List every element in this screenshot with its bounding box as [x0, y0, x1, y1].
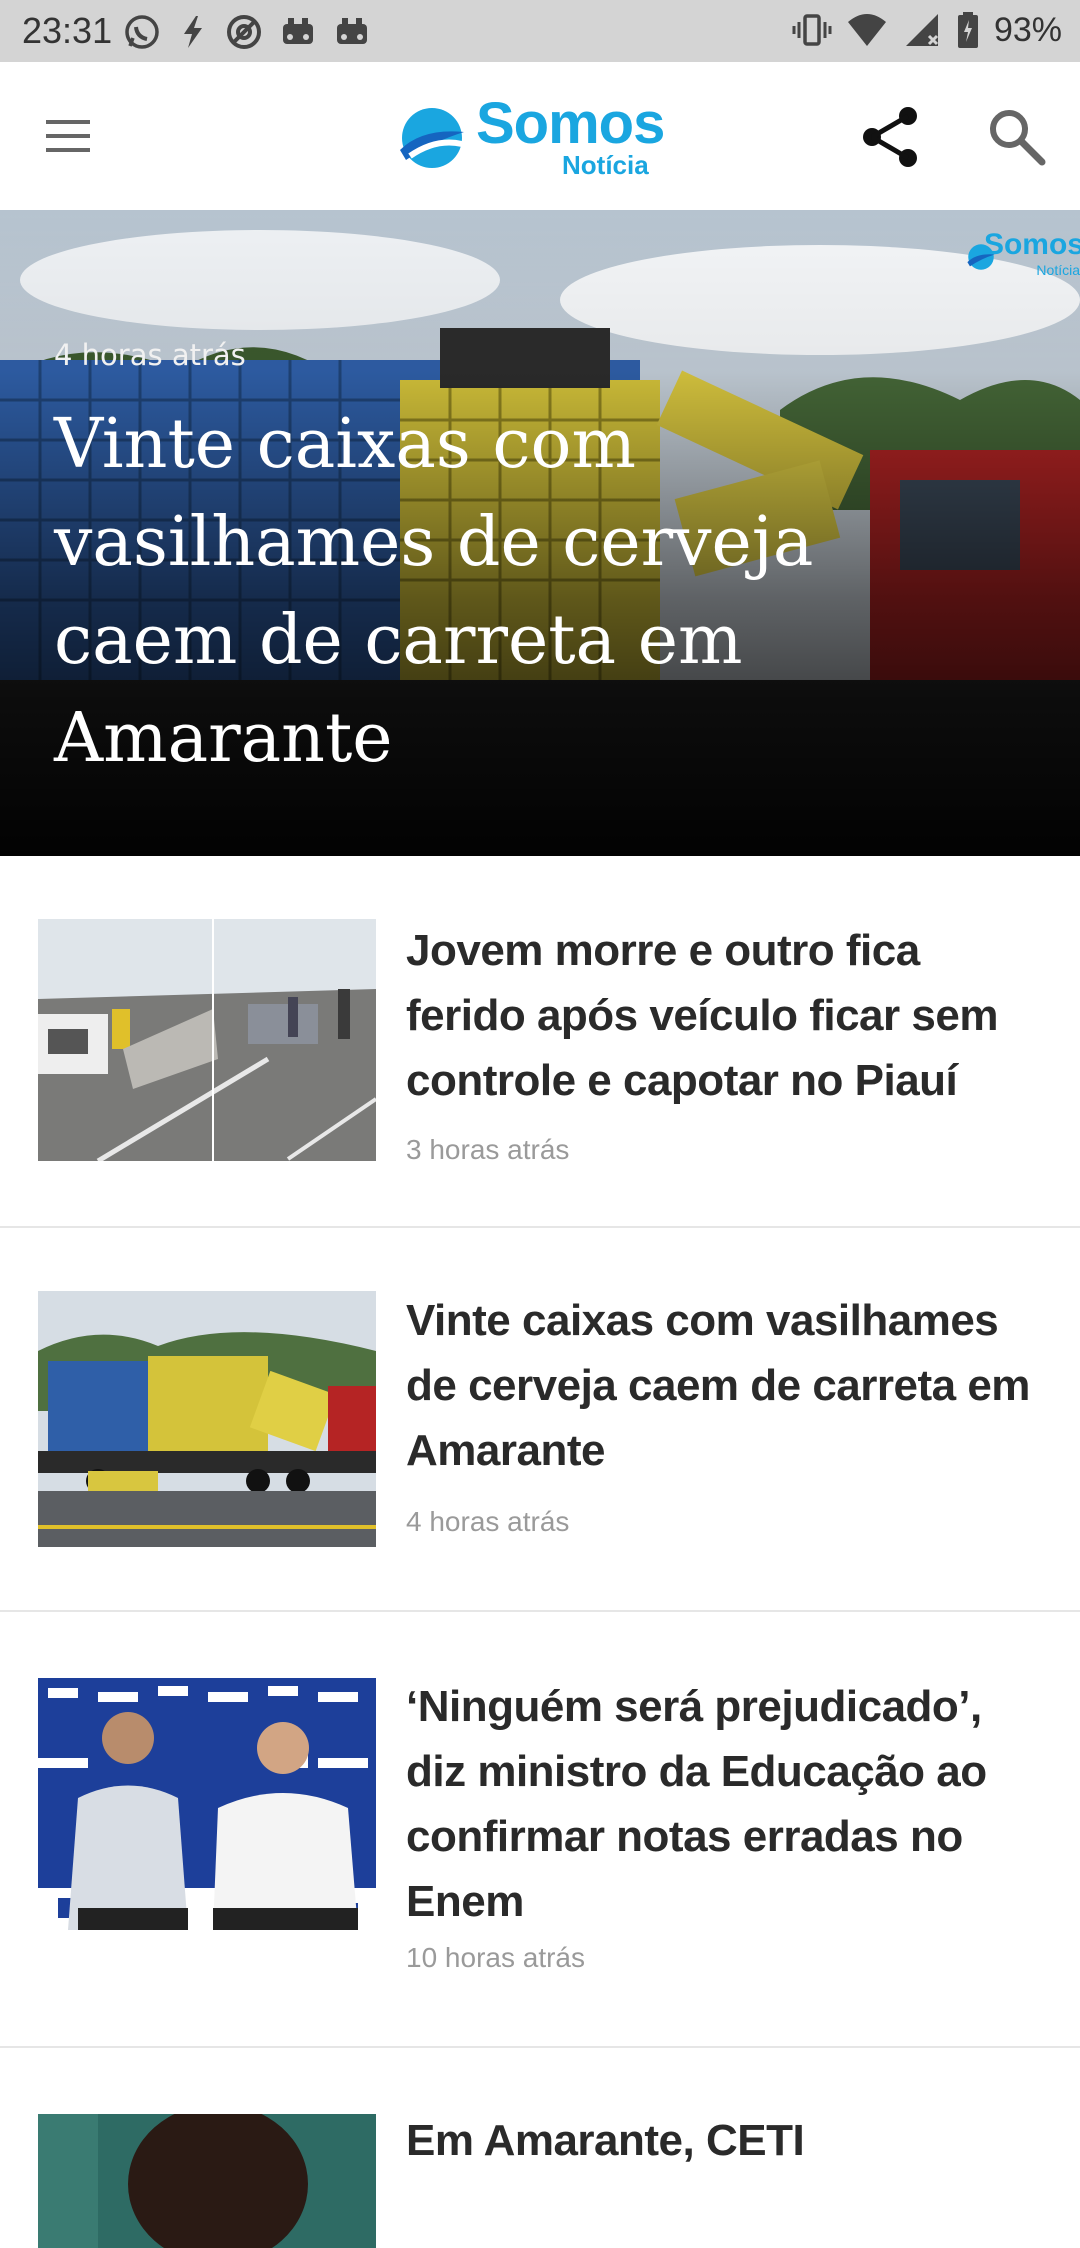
app-logo: Somos Notícia — [392, 90, 702, 186]
battery-percent: 93% — [993, 10, 1062, 49]
article-thumbnail — [38, 1291, 376, 1547]
list-item[interactable]: Em Amarante, CETI — [0, 2048, 1080, 2248]
vibrate-icon — [792, 14, 832, 46]
status-bar: 23:31 93% — [0, 0, 1080, 62]
article-thumbnail — [38, 1678, 376, 1930]
wifi-icon — [847, 14, 886, 46]
article-thumbnail — [38, 919, 376, 1161]
menu-icon[interactable] — [40, 114, 96, 158]
image-watermark: Somos Notícia — [864, 228, 1080, 278]
list-item[interactable]: Jovem morre e outro fica ferido após veí… — [0, 856, 1080, 1228]
share-icon[interactable] — [858, 104, 924, 170]
logo-swirl-icon — [400, 108, 464, 168]
list-item[interactable]: Vinte caixas com vasilhames de cerveja c… — [0, 1228, 1080, 1612]
article-title[interactable]: Em Amarante, CETI — [406, 2108, 1046, 2173]
list-item[interactable]: ‘Ninguém será prejudicado’, diz ministro… — [0, 1612, 1080, 2048]
logo-brand: Somos — [476, 91, 665, 156]
flash-icon — [184, 16, 202, 48]
logo-sub: Notícia — [562, 150, 649, 180]
car-icon — [283, 18, 313, 44]
article-title[interactable]: Jovem morre e outro fica ferido após veí… — [406, 918, 1046, 1113]
featured-article[interactable]: Somos Notícia 4 horas atrás Vinte caixas… — [0, 210, 1080, 856]
whatsapp-icon — [125, 15, 159, 49]
article-title[interactable]: Vinte caixas com vasilhames de cerveja c… — [406, 1288, 1046, 1483]
at-icon — [227, 15, 261, 49]
article-title[interactable]: ‘Ninguém será prejudicado’, diz ministro… — [406, 1674, 1046, 1934]
search-icon[interactable] — [984, 104, 1048, 168]
featured-title[interactable]: Vinte caixas com vasilhames de cerveja c… — [54, 396, 1014, 788]
article-time: 3 horas atrás — [406, 1134, 570, 1165]
signal-icon — [905, 14, 938, 46]
battery-icon — [957, 12, 978, 48]
logo-swirl-icon — [967, 244, 995, 270]
app-bar: Somos Notícia — [0, 62, 1080, 211]
notification-icons — [122, 12, 372, 52]
article-thumbnail — [38, 2114, 376, 2248]
status-time: 23:31 — [22, 10, 113, 51]
article-time: 10 horas atrás — [406, 1942, 585, 1973]
article-time: 4 horas atrás — [406, 1506, 570, 1537]
system-icons: 93% — [792, 10, 1062, 50]
featured-time: 4 horas atrás — [54, 338, 246, 372]
article-list: Jovem morre e outro fica ferido após veí… — [0, 856, 1080, 2248]
car-icon — [337, 18, 367, 44]
